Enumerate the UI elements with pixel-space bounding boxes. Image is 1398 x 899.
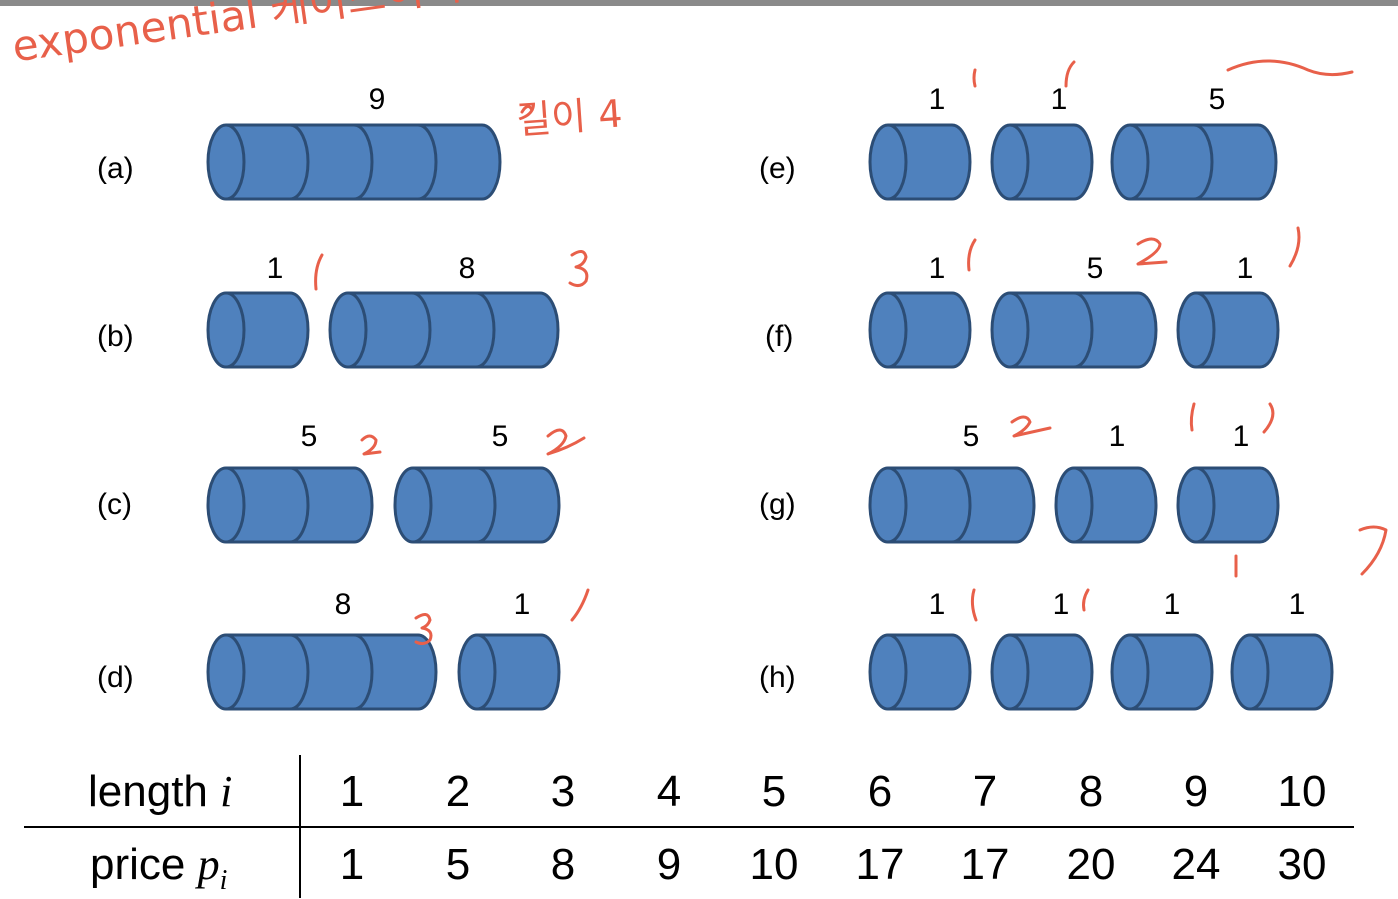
price-cell: 1: [339, 840, 365, 889]
length-cell: 1: [339, 767, 365, 816]
length-header-label: length: [88, 767, 208, 816]
price-cell: 17: [960, 840, 1010, 889]
price-cell: 8: [550, 840, 576, 889]
price-header-var: p: [197, 840, 220, 889]
length-cell: 5: [761, 767, 787, 816]
length-cell: 3: [550, 767, 576, 816]
handwritten-annotations: [314, 59, 1388, 646]
price-cell: 17: [855, 840, 905, 889]
price-header: price pi: [90, 840, 228, 897]
length-cell: 6: [867, 767, 893, 816]
table-horizontal-divider: [24, 826, 1354, 828]
price-cell: 30: [1277, 840, 1327, 889]
length-header-var: i: [220, 767, 233, 816]
length-cell: 4: [656, 767, 682, 816]
length-cell: 7: [972, 767, 998, 816]
price-cell: 24: [1171, 840, 1221, 889]
price-cell: 20: [1066, 840, 1116, 889]
length-cell: 2: [445, 767, 471, 816]
length-cell: 8: [1078, 767, 1104, 816]
price-header-sub: i: [219, 865, 228, 896]
length-header: length i: [88, 770, 232, 814]
handwritten-length-note: 길이 4: [514, 91, 624, 143]
length-cell: 9: [1183, 767, 1209, 816]
price-header-label: price: [90, 840, 186, 889]
price-cell: 10: [749, 840, 799, 889]
price-cell: 5: [445, 840, 471, 889]
price-cell: 9: [656, 840, 682, 889]
length-cell: 10: [1277, 767, 1327, 816]
